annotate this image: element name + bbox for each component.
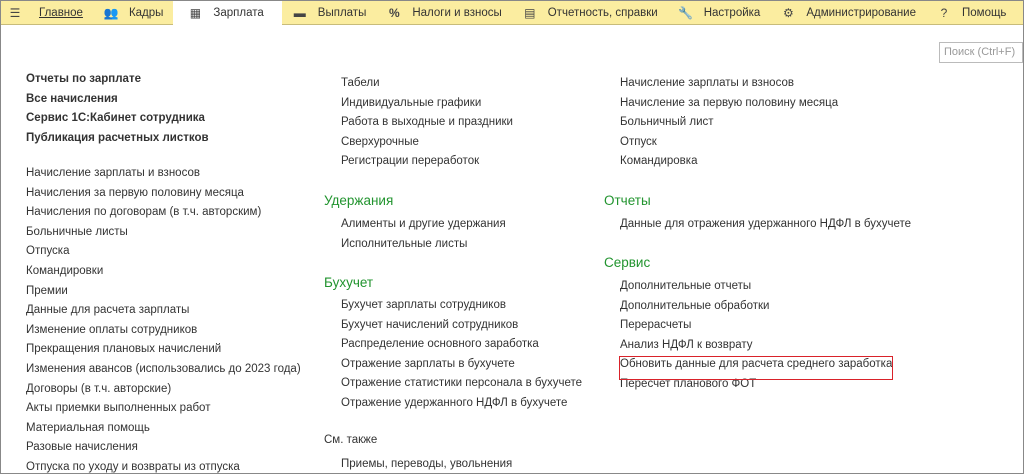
see-also-link[interactable]: Приемы, переводы, увольнения (341, 458, 512, 470)
right-link[interactable]: Больничный лист (620, 116, 714, 128)
middle-link[interactable]: Сверхурочные (341, 136, 419, 148)
left-link[interactable]: Начисление зарплаты и взносов (26, 167, 200, 179)
right-link[interactable]: Командировка (620, 155, 697, 167)
left-link[interactable]: Начисления за первую половину месяца (26, 187, 244, 199)
middle-link[interactable]: Работа в выходные и праздники (341, 116, 513, 128)
left-link[interactable]: Изменения авансов (использовались до 202… (26, 363, 301, 375)
left-link-bold[interactable]: Публикация расчетных листков (26, 132, 209, 144)
tab-admin[interactable]: ⚙ Администрирование (770, 1, 926, 25)
service-link[interactable]: Дополнительные отчеты (620, 280, 751, 292)
section-accounting: Бухучет (324, 275, 374, 290)
left-link-bold[interactable]: Отчеты по зарплате (26, 73, 141, 85)
left-link[interactable]: Акты приемки выполненных работ (26, 402, 210, 414)
tab-reports[interactable]: ▤ Отчетность, справки (512, 1, 668, 25)
tab-salary[interactable]: ▦ Зарплата (173, 0, 282, 25)
reports-icon: ▤ (524, 5, 536, 20)
service-link[interactable]: Анализ НДФЛ к возврату (620, 339, 753, 351)
left-link[interactable]: Отпуска (26, 245, 70, 257)
tab-taxes[interactable]: % Налоги и взносы (376, 1, 511, 25)
left-link[interactable]: Отпуска по уходу и возвраты из отпуска (26, 461, 240, 473)
tab-help[interactable]: ? Помощь (926, 1, 1016, 25)
gear-icon: ⚙ (782, 5, 794, 20)
highlight-box (619, 356, 893, 380)
right-link[interactable]: Начисление зарплаты и взносов (620, 77, 794, 89)
left-link[interactable]: Командировки (26, 265, 103, 277)
help-icon: ? (940, 5, 948, 20)
left-link[interactable]: Изменение оплаты сотрудников (26, 324, 197, 336)
wallet-icon: ▬ (293, 5, 306, 20)
deductions-link[interactable]: Алименты и другие удержания (341, 218, 506, 230)
percent-icon: % (389, 5, 400, 20)
main-nav: ☰ Главное 👥 Кадры ▦ Зарплата ▬ Выплаты % Нал… (1, 0, 1023, 25)
section-deductions: Удержания (324, 193, 394, 208)
wrench-icon: 🔧 (678, 5, 694, 20)
hamburger-icon: ☰ (9, 5, 21, 20)
right-link[interactable]: Начисление за первую половину месяца (620, 97, 838, 109)
service-link[interactable]: Дополнительные обработки (620, 300, 769, 312)
accounting-link[interactable]: Отражение зарплаты в бухучете (341, 358, 515, 370)
tab-personnel[interactable]: 👥 Кадры (93, 1, 173, 25)
middle-link[interactable]: Индивидуальные графики (341, 97, 481, 109)
middle-link[interactable]: Табели (341, 77, 380, 89)
tab-payments[interactable]: ▬ Выплаты (282, 1, 377, 25)
section-reports: Отчеты (604, 193, 651, 208)
left-link[interactable]: Начисления по договорам (в т.ч. авторски… (26, 206, 261, 218)
accounting-link[interactable]: Отражение удержанного НДФЛ в бухучете (341, 397, 567, 409)
left-link[interactable]: Прекращения плановых начислений (26, 343, 221, 355)
deductions-link[interactable]: Исполнительные листы (341, 238, 467, 250)
left-link[interactable]: Данные для расчета зарплаты (26, 304, 189, 316)
accounting-link[interactable]: Отражение статистики персонала в бухучет… (341, 377, 582, 389)
calculator-icon: ▦ (189, 5, 202, 20)
left-link-bold[interactable]: Все начисления (26, 93, 118, 105)
people-icon: 👥 (103, 5, 119, 20)
accounting-link[interactable]: Распределение основного заработка (341, 338, 539, 350)
section-service: Сервис (604, 255, 651, 270)
middle-link[interactable]: Регистрации переработок (341, 155, 479, 167)
left-link[interactable]: Больничные листы (26, 226, 128, 238)
section-see-also: См. также (324, 434, 378, 446)
left-link-bold[interactable]: Сервис 1С:Кабинет сотрудника (26, 112, 205, 124)
left-link[interactable]: Договоры (в т.ч. авторские) (26, 383, 171, 395)
reports-link[interactable]: Данные для отражения удержанного НДФЛ в … (620, 218, 911, 230)
search-input[interactable]: Поиск (Ctrl+F) (939, 42, 1023, 63)
accounting-link[interactable]: Бухучет начислений сотрудников (341, 319, 518, 331)
tab-main[interactable]: Главное (29, 1, 93, 25)
left-link[interactable]: Разовые начисления (26, 441, 138, 453)
accounting-link[interactable]: Бухучет зарплаты сотрудников (341, 299, 506, 311)
menu-button[interactable]: ☰ (1, 1, 29, 25)
service-link[interactable]: Перерасчеты (620, 319, 691, 331)
right-link[interactable]: Отпуск (620, 136, 657, 148)
left-link[interactable]: Премии (26, 285, 68, 297)
left-link[interactable]: Материальная помощь (26, 422, 150, 434)
tab-settings[interactable]: 🔧 Настройка (668, 1, 771, 25)
